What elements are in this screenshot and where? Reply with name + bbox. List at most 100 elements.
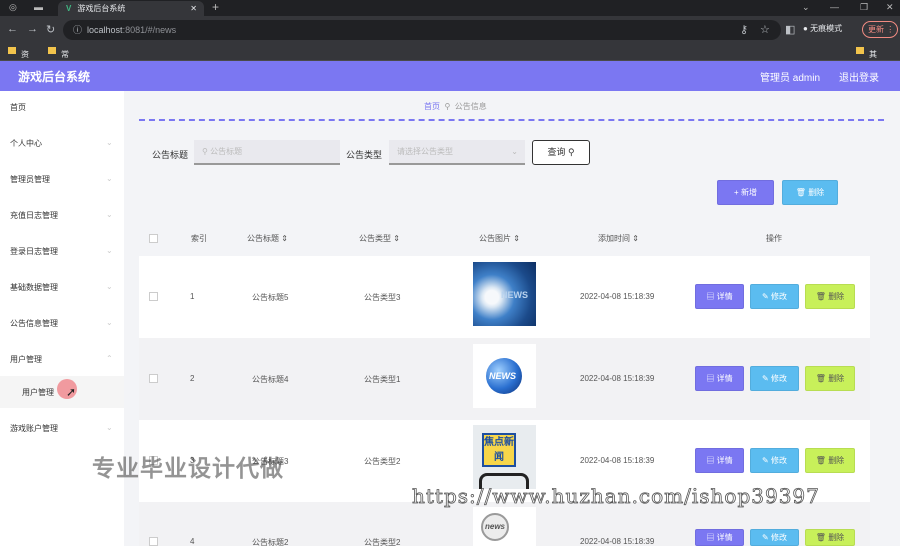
tab-overview-icon[interactable]: ▬ [34,0,43,14]
incognito-indicator[interactable]: ● 无痕模式 [803,23,842,34]
news-thumbnail[interactable]: NEWS [473,344,536,408]
edit-label: 修改 [770,374,787,383]
edit-icon: ✎ [762,456,769,465]
row-checkbox[interactable] [149,374,158,383]
type-select[interactable]: 请选择公告类型 ⌄ [389,140,525,165]
edit-button[interactable]: ✎ 修改 [750,448,799,473]
incognito-label: 无痕模式 [810,24,843,33]
detail-button[interactable]: ▤ 详情 [695,284,744,309]
edit-button[interactable]: ✎ 修改 [750,366,799,391]
cell-time: 2022-04-08 15:18:39 [580,374,655,383]
reload-icon[interactable]: ↻ [46,23,55,36]
news-thumbnail[interactable]: 焦点新闻 [473,425,536,489]
thumbnail-text: NEWS [501,290,528,300]
site-info-icon[interactable]: ⓘ [73,25,82,35]
minimize-icon[interactable]: — [830,0,839,14]
url-field[interactable]: ⓘ localhost:8081/#/news [63,20,781,40]
watermark-url: https://www.huzhan.com/ishop39397 [412,484,820,509]
document-icon: ▤ [706,533,715,542]
app-title: 游戏后台系统 [18,70,91,84]
detail-button[interactable]: ▤ 详情 [695,529,744,546]
search-button[interactable]: 查询 ⚲ [532,140,590,165]
watermark-text: 专业毕业设计代做 [92,455,284,481]
tab-close-icon[interactable]: ✕ [190,1,197,16]
title-search-input[interactable]: ⚲ 公告标题 [194,140,340,165]
row-checkbox[interactable] [149,537,158,546]
chevron-down-icon: ⌄ [511,147,518,156]
tab-title: 游戏后台系统 [77,4,126,13]
browser-tab[interactable]: V 游戏后台系统 ✕ [58,1,204,16]
news-thumbnail[interactable]: NEWS [473,262,536,326]
close-window-icon[interactable]: ✕ [886,0,894,14]
current-user: 管理员 admin [760,73,821,84]
sidebar-item-users[interactable]: 用户管理 [10,354,42,365]
delete-button[interactable]: 🗑 删除 [805,529,855,546]
mouse-cursor-icon: ➚ [66,385,77,399]
breadcrumb: 首页 ⚲ 公告信息 [424,101,487,112]
sort-icon: ⇕ [632,234,639,243]
column-type[interactable]: 公告类型 ⇕ [359,233,400,244]
row-checkbox[interactable] [149,292,158,301]
cell-index: 2 [190,374,195,383]
chevron-down-icon: ⌄ [106,210,113,219]
edit-label: 修改 [770,456,787,465]
new-tab-icon[interactable]: + [212,0,219,14]
select-all-checkbox[interactable] [149,234,158,243]
document-icon: ▤ [706,374,715,383]
sidebar-item-base-data[interactable]: 基础数据管理 [10,282,58,293]
column-time[interactable]: 添加时间 ⇕ [598,233,639,244]
news-thumbnail[interactable]: news [473,507,536,546]
thumbnail-text: NEWS [489,371,516,381]
bulk-delete-button[interactable]: 🗑 删除 [782,180,838,205]
bookmarks-bar: 资料 常用 其他书签 [0,43,900,92]
chevron-down-icon: ⌄ [106,423,113,432]
sidebar-item-home[interactable]: 首页 [10,102,26,113]
detail-button[interactable]: ▤ 详情 [695,366,744,391]
sidebar-item-announcements[interactable]: 公告信息管理 [10,318,58,329]
sidebar-item-game-accounts[interactable]: 游戏账户管理 [10,423,58,434]
update-button[interactable]: 更新 ⋮ [862,21,898,38]
sidebar-item-recharge-log[interactable]: 充值日志管理 [10,210,58,221]
edit-button[interactable]: ✎ 修改 [750,529,799,546]
other-bookmarks[interactable]: 其他书签 [856,46,877,92]
edit-button[interactable]: ✎ 修改 [750,284,799,309]
tab-search-icon[interactable]: ⌄ [802,0,810,14]
vue-logo-icon: V [66,4,72,13]
logout-link[interactable]: 退出登录 [839,69,879,84]
folder-icon [856,47,864,54]
bookmark-star-icon[interactable]: ☆ [760,23,770,36]
bookmark-folder-2[interactable]: 常用 [48,46,69,70]
delete-button[interactable]: 🗑 删除 [805,448,855,473]
forward-icon[interactable]: → [27,23,38,35]
delete-button[interactable]: 🗑 删除 [805,366,855,391]
breadcrumb-home[interactable]: 首页 [424,102,440,111]
cell-type: 公告类型2 [364,538,401,546]
trash-icon: 🗑 [795,188,806,197]
edit-label: 修改 [770,292,787,301]
type-placeholder: 请选择公告类型 [397,147,453,156]
add-button[interactable]: + 新增 [717,180,774,205]
restore-icon[interactable]: ❐ [860,0,868,14]
update-label: 更新 [868,25,884,34]
sidebar-item-login-log[interactable]: 登录日志管理 [10,246,58,257]
column-image[interactable]: 公告图片 ⇕ [479,233,520,244]
sidebar-subitem-label: 用户管理 [22,388,54,397]
browser-logo-icon: ◎ [9,2,17,12]
back-icon[interactable]: ← [7,23,18,35]
key-icon[interactable]: ⚷ [740,23,748,36]
cell-title: 公告标题5 [252,293,289,302]
column-title[interactable]: 公告标题 ⇕ [247,233,288,244]
incognito-icon: ● [803,24,808,33]
delete-button[interactable]: 🗑 删除 [805,284,855,309]
bookmark-folder-1[interactable]: 资料 [8,46,29,70]
cell-type: 公告类型1 [364,375,401,384]
document-icon: ▤ [706,456,715,465]
detail-button[interactable]: ▤ 详情 [695,448,744,473]
plus-icon: + [734,188,739,197]
column-index: 索引 [191,234,207,243]
sidebar-item-admins[interactable]: 管理员管理 [10,174,50,185]
sidepanel-icon[interactable]: ◧ [785,23,795,36]
detail-label: 详情 [716,292,733,301]
sidebar-item-profile[interactable]: 个人中心 [10,138,42,149]
address-bar-row: ← → ↻ ⓘ localhost:8081/#/news ⚷ ☆ ◧ ● 无痕… [0,16,900,43]
